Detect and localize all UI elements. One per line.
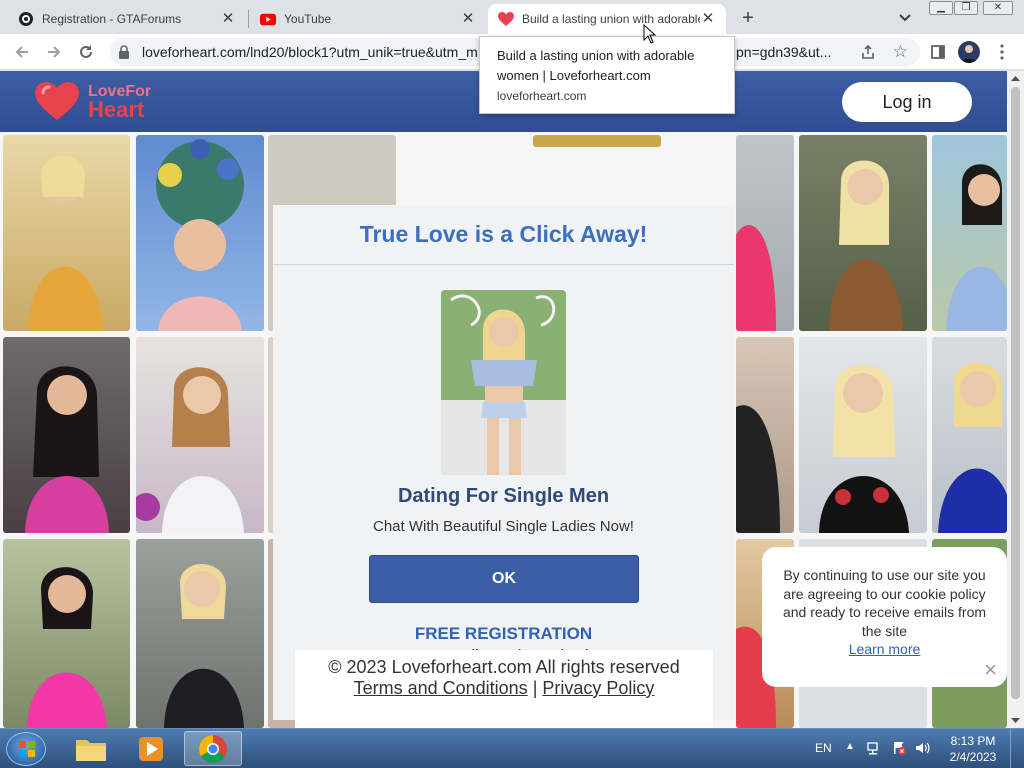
window-close-icon[interactable]: ✕ [983, 1, 1013, 15]
menu-kebab-icon[interactable] [990, 40, 1014, 64]
copyright-text: © 2023 Loveforheart.com All rights reser… [328, 657, 680, 677]
clock-date: 2/4/2023 [949, 750, 997, 764]
tab-hover-tooltip: Build a lasting union with adorable wome… [479, 36, 735, 114]
close-tab-icon[interactable]: ✕ [700, 11, 716, 27]
show-hidden-icons-icon[interactable]: ▲ [845, 741, 855, 752]
tooltip-url: loveforheart.com [497, 89, 587, 103]
file-explorer-icon[interactable] [62, 731, 120, 766]
signup-modal: True Love is a Click Away! Dating For Si… [273, 205, 734, 720]
modal-subheading: Chat With Beautiful Single Ladies Now! [373, 518, 634, 535]
bookmark-star-icon[interactable]: ☆ [893, 42, 908, 62]
free-registration-text: FREE REGISTRATION [414, 624, 593, 643]
featured-profile-photo [441, 290, 566, 475]
reload-icon[interactable] [74, 40, 98, 64]
footer-separator: | [532, 678, 538, 698]
ok-button[interactable]: OK [369, 555, 639, 603]
footer-links: Terms and Conditions | Privacy Policy [295, 678, 713, 699]
windows-taskbar: EN ▲ 8:13 PM 2/4/2023 [0, 728, 1024, 768]
start-button-icon[interactable] [6, 732, 46, 766]
tooltip-title: Build a lasting union with adorable wome… [497, 48, 695, 83]
terms-link[interactable]: Terms and Conditions [354, 678, 528, 698]
tab-title: YouTube [284, 12, 332, 26]
logo-heart-icon [35, 82, 79, 120]
profile-photo [736, 135, 794, 331]
share-icon[interactable] [860, 44, 876, 65]
profile-photo [3, 539, 130, 728]
show-desktop-button[interactable] [1010, 729, 1024, 768]
profile-photo [932, 135, 1007, 331]
forward-arrow-icon[interactable] [42, 40, 66, 64]
tab-title: Build a lasting union with adorable wome… [522, 12, 700, 26]
footer: © 2023 Loveforheart.com All rights reser… [295, 650, 713, 728]
learn-more-link[interactable]: Learn more [772, 640, 997, 659]
youtube-icon [260, 11, 276, 27]
privacy-link[interactable]: Privacy Policy [542, 678, 654, 698]
gtaforums-icon [18, 11, 34, 27]
volume-icon[interactable] [914, 740, 930, 759]
tab-search-chevron-icon[interactable] [894, 8, 916, 28]
language-indicator[interactable]: EN [815, 741, 832, 755]
profile-photo [3, 135, 130, 331]
url-text-end: pn=gdn39&ut... [736, 44, 832, 60]
network-icon[interactable] [866, 740, 882, 759]
tab-title: Registration - GTAForums [42, 12, 182, 26]
profile-photo [799, 337, 927, 533]
system-clock[interactable]: 8:13 PM 2/4/2023 [948, 733, 998, 765]
cookie-close-icon[interactable]: × [984, 658, 997, 679]
new-tab-icon[interactable]: + [736, 7, 760, 31]
profile-photo [3, 337, 130, 533]
profile-photo [799, 135, 927, 331]
scrollbar-thumb[interactable] [1011, 87, 1020, 699]
logo-text: LoveFor Heart [88, 83, 151, 122]
page-scrollbar[interactable] [1007, 71, 1024, 728]
back-arrow-icon[interactable] [10, 40, 34, 64]
scroll-up-icon[interactable] [1007, 71, 1024, 87]
chrome-taskbar-icon[interactable] [184, 731, 242, 766]
profile-photo [136, 135, 264, 331]
minimize-icon[interactable]: ▁ [929, 1, 953, 15]
close-tab-icon[interactable]: ✕ [460, 11, 476, 27]
cookie-text: By continuing to use our site you are ag… [782, 567, 987, 639]
login-button[interactable]: Log in [842, 82, 972, 122]
profile-photo [736, 337, 794, 533]
site-logo[interactable]: LoveFor Heart [34, 81, 151, 121]
web-page: LoveFor Heart Log in True Love is a Clic… [0, 71, 1007, 728]
clock-time: 8:13 PM [950, 734, 996, 748]
profile-photo [533, 135, 661, 147]
scroll-down-icon[interactable] [1007, 712, 1024, 728]
heart-icon [498, 11, 514, 27]
tab-gtaforums[interactable]: Registration - GTAForums ✕ [8, 4, 246, 34]
modal-heading: Dating For Single Men [397, 485, 610, 507]
restore-icon[interactable]: ❐ [954, 1, 978, 15]
action-center-flag-icon[interactable] [891, 740, 907, 759]
url-text: loveforheart.com/lnd20/block1?utm_unik=t… [142, 44, 478, 60]
profile-avatar[interactable] [958, 41, 980, 63]
lock-icon [118, 45, 130, 59]
tab-separator [248, 10, 249, 28]
profile-photo [932, 337, 1007, 533]
media-player-icon[interactable] [122, 731, 180, 766]
close-tab-icon[interactable]: ✕ [220, 11, 236, 27]
modal-title: True Love is a Click Away! [273, 205, 734, 265]
cookie-notice: By continuing to use our site you are ag… [762, 547, 1007, 687]
mouse-cursor-icon [643, 23, 657, 49]
side-panel-icon[interactable] [926, 40, 950, 64]
profile-photo [136, 539, 264, 728]
logo-line2: Heart [88, 97, 145, 122]
profile-photo [136, 337, 264, 533]
tab-strip: Registration - GTAForums ✕ YouTube ✕ Bui… [0, 0, 1024, 34]
tab-loveforheart[interactable]: Build a lasting union with adorable wome… [488, 4, 726, 34]
screen: { "browser": { "tabs": [ {"title": "Regi… [0, 0, 1024, 768]
tab-youtube[interactable]: YouTube ✕ [250, 4, 486, 34]
